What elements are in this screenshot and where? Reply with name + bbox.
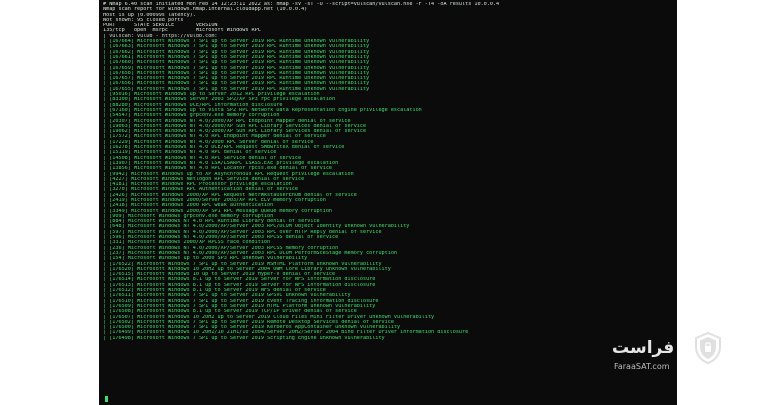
shield-lock-icon <box>695 332 721 364</box>
watermark: فراست FaraaSAT.com <box>612 318 721 382</box>
watermark-url: FaraaSAT.com <box>614 362 670 371</box>
terminal-line: | [176498] Microsoft Windows 7 SP1 up to… <box>103 335 385 341</box>
watermark-brand: فراست <box>612 338 675 358</box>
terminal-output: # Nmap 6.40 scan initiated Mon Feb 14 12… <box>103 2 673 341</box>
terminal-cursor <box>105 396 108 402</box>
terminal-window[interactable]: # Nmap 6.40 scan initiated Mon Feb 14 12… <box>99 0 677 405</box>
